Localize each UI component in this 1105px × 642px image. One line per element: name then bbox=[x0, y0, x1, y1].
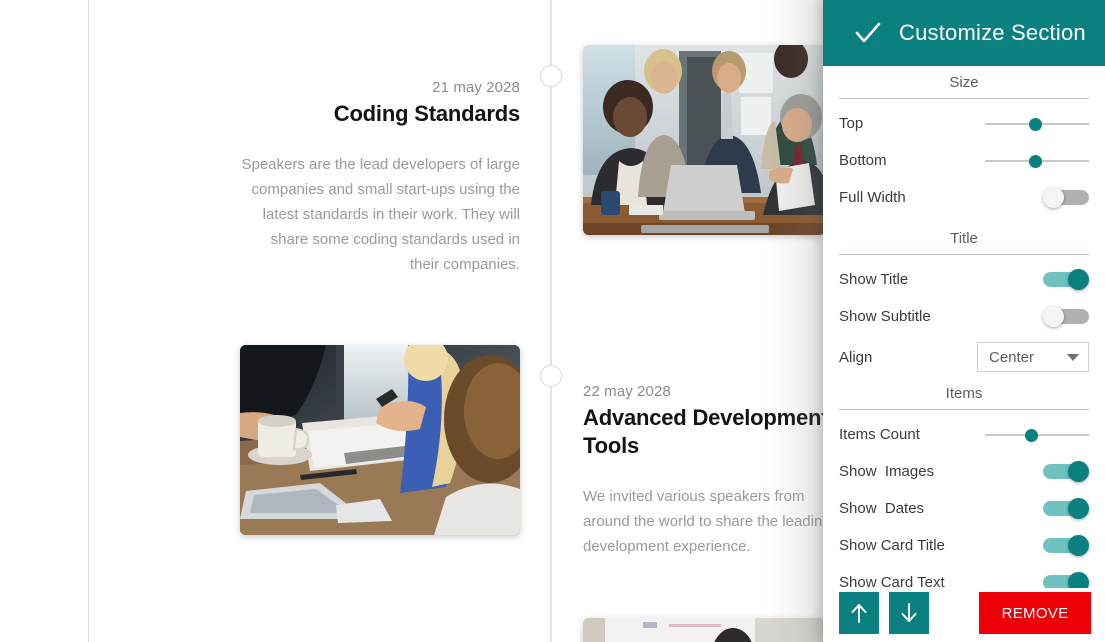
setting-label: Full Width bbox=[839, 189, 906, 206]
arrow-up-icon bbox=[851, 604, 867, 623]
card-image[interactable] bbox=[583, 45, 825, 235]
show-images-toggle[interactable] bbox=[1043, 461, 1089, 482]
section-divider bbox=[839, 254, 1089, 255]
toggle-knob bbox=[1068, 535, 1089, 556]
panel-body: Size Top Bottom Full Width Title Show Ti… bbox=[823, 66, 1105, 588]
setting-row-top: Top bbox=[839, 105, 1089, 142]
slider-thumb[interactable] bbox=[1028, 154, 1042, 168]
card-image[interactable] bbox=[240, 345, 520, 535]
setting-row-full-width: Full Width bbox=[839, 179, 1089, 216]
app-root: 21 may 2028 Coding Standards Speakers ar… bbox=[0, 0, 1105, 642]
card-text: We invited various speakers from around … bbox=[583, 488, 831, 555]
section-divider bbox=[839, 98, 1089, 99]
content-left-border bbox=[88, 0, 89, 642]
setting-label: Align bbox=[839, 348, 873, 366]
setting-label: Show Card Text bbox=[839, 574, 945, 588]
setting-label: Show Dates bbox=[839, 500, 925, 517]
align-selected-value: Center bbox=[989, 348, 1035, 366]
desk-laptop-notebook-photo bbox=[240, 345, 520, 535]
full-width-toggle[interactable] bbox=[1043, 187, 1089, 208]
setting-label: Show Subtitle bbox=[839, 308, 931, 325]
timeline-card-text-block[interactable]: 21 may 2028 Coding Standards Speakers ar… bbox=[240, 78, 520, 277]
panel-footer: REMOVE bbox=[823, 588, 1105, 642]
toggle-knob bbox=[1068, 269, 1089, 290]
show-card-title-toggle[interactable] bbox=[1043, 535, 1089, 556]
section-heading-items: Items bbox=[945, 385, 983, 402]
show-title-toggle[interactable] bbox=[1043, 269, 1089, 290]
show-subtitle-toggle[interactable] bbox=[1043, 306, 1089, 327]
setting-row-show-card-text: Show Card Text bbox=[839, 564, 1089, 588]
card-date: 21 may 2028 bbox=[432, 79, 520, 96]
toggle-knob bbox=[1068, 572, 1089, 588]
section-heading-size: Size bbox=[949, 74, 979, 91]
setting-row-align: Align Center bbox=[839, 335, 1089, 379]
move-down-button[interactable] bbox=[889, 592, 929, 634]
presentation-photo bbox=[583, 618, 825, 642]
setting-row-show-images: Show Images bbox=[839, 453, 1089, 490]
arrow-down-icon bbox=[901, 603, 917, 622]
panel-header: Customize Section bbox=[823, 0, 1105, 66]
timeline-card-text-block[interactable]: 22 may 2028 Advanced Development Tools W… bbox=[583, 382, 833, 559]
setting-label: Top bbox=[839, 115, 864, 132]
customize-section-panel: Customize Section Size Top Bottom Full W… bbox=[823, 0, 1105, 642]
toggle-knob bbox=[1068, 498, 1089, 519]
bottom-slider[interactable] bbox=[985, 153, 1089, 169]
slider-thumb[interactable] bbox=[1028, 117, 1042, 131]
setting-label: Show Images bbox=[839, 463, 935, 480]
card-title: Coding Standards bbox=[333, 101, 520, 126]
setting-label: Bottom bbox=[839, 152, 887, 169]
card-text: Speakers are the lead developers of larg… bbox=[241, 156, 520, 273]
setting-row-items-count: Items Count bbox=[839, 416, 1089, 453]
remove-button[interactable]: REMOVE bbox=[979, 592, 1091, 634]
toggle-knob bbox=[1068, 461, 1089, 482]
chevron-down-icon bbox=[1067, 353, 1079, 361]
show-dates-toggle[interactable] bbox=[1043, 498, 1089, 519]
timeline-dot bbox=[540, 365, 562, 387]
card-date: 22 may 2028 bbox=[583, 383, 671, 400]
timeline-spine bbox=[550, 0, 552, 642]
items-count-slider[interactable] bbox=[985, 427, 1089, 443]
setting-label: Items Count bbox=[839, 426, 920, 443]
toggle-knob bbox=[1043, 306, 1064, 327]
move-up-button[interactable] bbox=[839, 592, 879, 634]
setting-row-show-subtitle: Show Subtitle bbox=[839, 298, 1089, 335]
setting-row-show-card-title: Show Card Title bbox=[839, 527, 1089, 564]
toggle-knob bbox=[1043, 187, 1064, 208]
setting-label: Show Card Title bbox=[839, 537, 945, 554]
setting-label: Show Title bbox=[839, 271, 909, 288]
check-icon[interactable] bbox=[853, 18, 883, 48]
card-image[interactable] bbox=[583, 618, 825, 642]
card-title: Advanced Development Tools bbox=[583, 405, 829, 458]
top-slider[interactable] bbox=[985, 116, 1089, 132]
timeline-dot bbox=[540, 65, 562, 87]
section-heading-title: Title bbox=[950, 230, 978, 247]
align-select[interactable]: Center bbox=[977, 342, 1089, 372]
setting-row-show-dates: Show Dates bbox=[839, 490, 1089, 527]
setting-row-show-title: Show Title bbox=[839, 261, 1089, 298]
business-meeting-photo bbox=[583, 45, 825, 235]
panel-title: Customize Section bbox=[899, 20, 1086, 45]
section-divider bbox=[839, 409, 1089, 410]
show-card-text-toggle[interactable] bbox=[1043, 572, 1089, 588]
slider-thumb[interactable] bbox=[1024, 428, 1038, 442]
setting-row-bottom: Bottom bbox=[839, 142, 1089, 179]
